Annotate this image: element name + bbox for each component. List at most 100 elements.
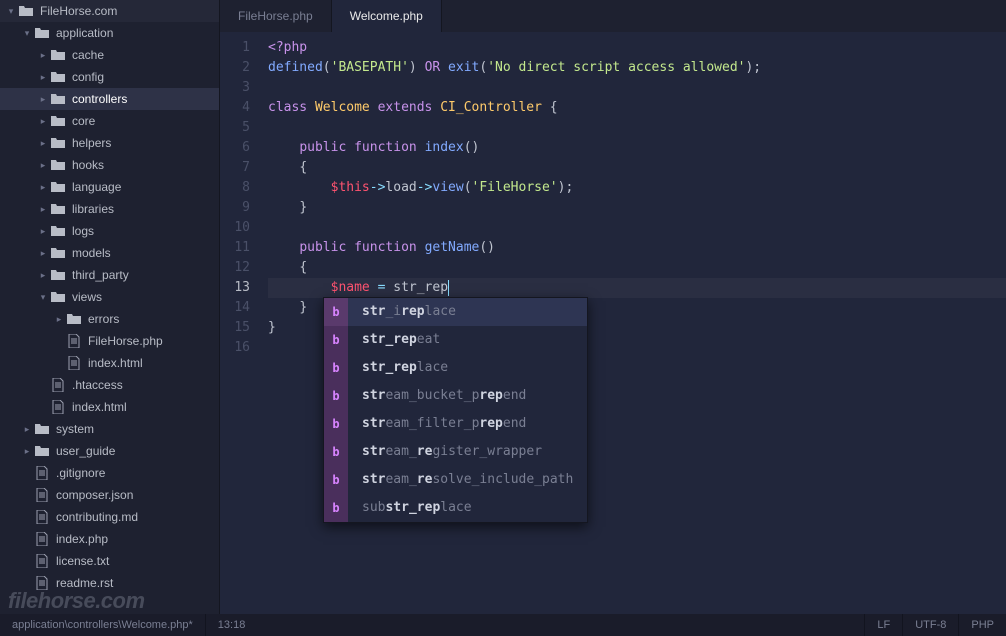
status-language[interactable]: PHP — [958, 614, 1006, 636]
tree-label: system — [56, 422, 94, 436]
tree-label: readme.rst — [56, 576, 113, 590]
line-gutter: 12345678910111213141516 — [220, 32, 260, 614]
tree-label: .gitignore — [56, 466, 105, 480]
tree-label: hooks — [72, 158, 104, 172]
tree-root[interactable]: ▾ FileHorse.com — [0, 0, 219, 22]
tree-folder-controllers[interactable]: ▸ controllers — [0, 88, 219, 110]
status-eol[interactable]: LF — [864, 614, 902, 636]
autocomplete-badge: b — [324, 438, 348, 466]
tree-folder-user_guide[interactable]: ▸ user_guide — [0, 440, 219, 462]
folder-icon — [50, 135, 66, 151]
file-icon — [34, 575, 50, 591]
tree-label: controllers — [72, 92, 127, 106]
tree-file[interactable]: readme.rst — [0, 572, 219, 594]
tree-label: language — [72, 180, 121, 194]
tree-label: application — [56, 26, 113, 40]
tree-file[interactable]: .gitignore — [0, 462, 219, 484]
autocomplete-text: stream_filter_prepend — [348, 414, 540, 434]
autocomplete-badge: b — [324, 494, 348, 522]
chevron-right-icon: ▸ — [54, 314, 64, 325]
chevron-right-icon: ▸ — [22, 446, 32, 457]
autocomplete-item[interactable]: bstr_ireplace — [324, 298, 587, 326]
status-position[interactable]: 13:18 — [205, 614, 258, 636]
autocomplete-item[interactable]: bstr_repeat — [324, 326, 587, 354]
autocomplete-text: str_replace — [348, 358, 462, 378]
autocomplete-item[interactable]: bstr_replace — [324, 354, 587, 382]
tab-welcome[interactable]: Welcome.php — [332, 0, 442, 32]
folder-icon — [34, 25, 50, 41]
tree-file[interactable]: FileHorse.php — [0, 330, 219, 352]
tree-file[interactable]: .htaccess — [0, 374, 219, 396]
chevron-right-icon: ▸ — [38, 182, 48, 193]
chevron-right-icon: ▸ — [38, 94, 48, 105]
autocomplete-item[interactable]: bstream_bucket_prepend — [324, 382, 587, 410]
autocomplete-text: stream_register_wrapper — [348, 442, 556, 462]
autocomplete-text: str_ireplace — [348, 302, 470, 322]
chevron-right-icon: ▸ — [38, 226, 48, 237]
tree-label: index.html — [88, 356, 143, 370]
tree-file[interactable]: index.php — [0, 528, 219, 550]
folder-icon — [50, 113, 66, 129]
chevron-right-icon: ▸ — [38, 160, 48, 171]
tab-filehorse[interactable]: FileHorse.php — [220, 0, 332, 32]
folder-icon — [50, 91, 66, 107]
autocomplete-item[interactable]: bsubstr_replace — [324, 494, 587, 522]
tree-label: models — [72, 246, 111, 260]
tree-file[interactable]: contributing.md — [0, 506, 219, 528]
tree-folder-views[interactable]: ▾ views — [0, 286, 219, 308]
file-icon — [50, 399, 66, 415]
folder-icon — [50, 223, 66, 239]
editor-tabs: FileHorse.php Welcome.php — [220, 0, 1006, 32]
tree-folder-third_party[interactable]: ▸third_party — [0, 264, 219, 286]
autocomplete-text: stream_bucket_prepend — [348, 386, 540, 406]
tree-label: user_guide — [56, 444, 115, 458]
tree-label: .htaccess — [72, 378, 123, 392]
chevron-right-icon: ▸ — [38, 72, 48, 83]
tree-folder-libraries[interactable]: ▸libraries — [0, 198, 219, 220]
folder-icon — [34, 421, 50, 437]
folder-icon — [50, 267, 66, 283]
tree-folder-core[interactable]: ▸core — [0, 110, 219, 132]
tree-label: logs — [72, 224, 94, 238]
autocomplete-badge: b — [324, 410, 348, 438]
tree-label: index.php — [56, 532, 108, 546]
chevron-right-icon: ▸ — [38, 116, 48, 127]
tree-folder-config[interactable]: ▸config — [0, 66, 219, 88]
autocomplete-text: str_repeat — [348, 330, 454, 350]
tree-folder-models[interactable]: ▸models — [0, 242, 219, 264]
tree-folder-logs[interactable]: ▸ logs — [0, 220, 219, 242]
tree-file[interactable]: license.txt — [0, 550, 219, 572]
code-editor[interactable]: 12345678910111213141516 <?phpdefined('BA… — [220, 32, 1006, 614]
tree-label: views — [72, 290, 102, 304]
tree-label: helpers — [72, 136, 111, 150]
folder-icon — [50, 69, 66, 85]
tree-folder-helpers[interactable]: ▸helpers — [0, 132, 219, 154]
chevron-down-icon: ▾ — [22, 28, 32, 39]
tree-file[interactable]: index.html — [0, 352, 219, 374]
tree-file[interactable]: composer.json — [0, 484, 219, 506]
tree-label: index.html — [72, 400, 127, 414]
tree-folder-application[interactable]: ▾ application — [0, 22, 219, 44]
autocomplete-item[interactable]: bstream_register_wrapper — [324, 438, 587, 466]
autocomplete-item[interactable]: bstream_filter_prepend — [324, 410, 587, 438]
folder-icon — [50, 201, 66, 217]
tree-folder-system[interactable]: ▸system — [0, 418, 219, 440]
tree-label: cache — [72, 48, 104, 62]
tree-folder-errors[interactable]: ▸ errors — [0, 308, 219, 330]
file-icon — [34, 553, 50, 569]
file-icon — [34, 465, 50, 481]
status-path[interactable]: application\controllers\Welcome.php* — [0, 614, 205, 636]
file-icon — [34, 487, 50, 503]
tree-folder-language[interactable]: ▸ language — [0, 176, 219, 198]
tree-folder-cache[interactable]: ▸cache — [0, 44, 219, 66]
tree-file[interactable]: index.html — [0, 396, 219, 418]
statusbar: application\controllers\Welcome.php* 13:… — [0, 614, 1006, 636]
tree-folder-hooks[interactable]: ▸ hooks — [0, 154, 219, 176]
file-explorer[interactable]: ▾ FileHorse.com ▾ application ▸cache▸con… — [0, 0, 220, 614]
autocomplete-popup[interactable]: bstr_ireplacebstr_repeatbstr_replacebstr… — [323, 297, 588, 523]
file-icon — [66, 333, 82, 349]
autocomplete-item[interactable]: bstream_resolve_include_path — [324, 466, 587, 494]
status-encoding[interactable]: UTF-8 — [902, 614, 958, 636]
folder-icon — [66, 311, 82, 327]
file-icon — [66, 355, 82, 371]
